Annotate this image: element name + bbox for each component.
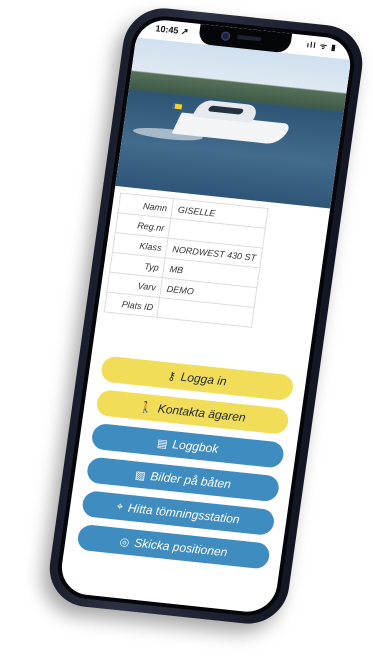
person-walking-icon: 🚶	[138, 401, 154, 415]
camera-icon	[220, 31, 231, 42]
phone-bezel: 10:45 ↗ ıll ᯤ ▮ Namn GISELLE Reg.nr Klas…	[53, 13, 359, 619]
target-icon: ◎	[118, 535, 131, 549]
key-icon: ⚷	[166, 369, 177, 383]
login-label: Logga in	[179, 369, 228, 389]
field-label: Plats ID	[104, 292, 161, 318]
boat-info-table: Namn GISELLE Reg.nr Klass NORDWEST 430 S…	[104, 192, 270, 328]
signal-wifi-battery-icon: ıll ᯤ ▮	[306, 40, 338, 53]
image-icon: ▨	[134, 468, 147, 482]
boat-photo	[115, 37, 352, 209]
send-position-label: Skicka positionen	[133, 535, 229, 560]
map-pin-icon: ⌖	[116, 500, 125, 513]
find-pumpout-label: Hitta tömningsstation	[127, 500, 241, 527]
app-screen: 10:45 ↗ ıll ᯤ ▮ Namn GISELLE Reg.nr Klas…	[58, 17, 354, 615]
logbook-label: Loggbok	[171, 437, 220, 456]
phone-frame: 10:45 ↗ ıll ᯤ ▮ Namn GISELLE Reg.nr Klas…	[44, 4, 368, 628]
status-time: 10:45 ↗	[154, 23, 190, 37]
swedish-flag-icon	[172, 103, 183, 110]
speaker-grille	[236, 34, 262, 42]
photos-label: Bilder på båten	[149, 469, 232, 492]
contact-owner-label: Kontakta ägaren	[157, 401, 247, 425]
book-icon: ▤	[156, 437, 169, 451]
action-buttons: ⚷ Logga in 🚶 Kontakta ägaren ▤ Loggbok ▨…	[75, 355, 295, 577]
